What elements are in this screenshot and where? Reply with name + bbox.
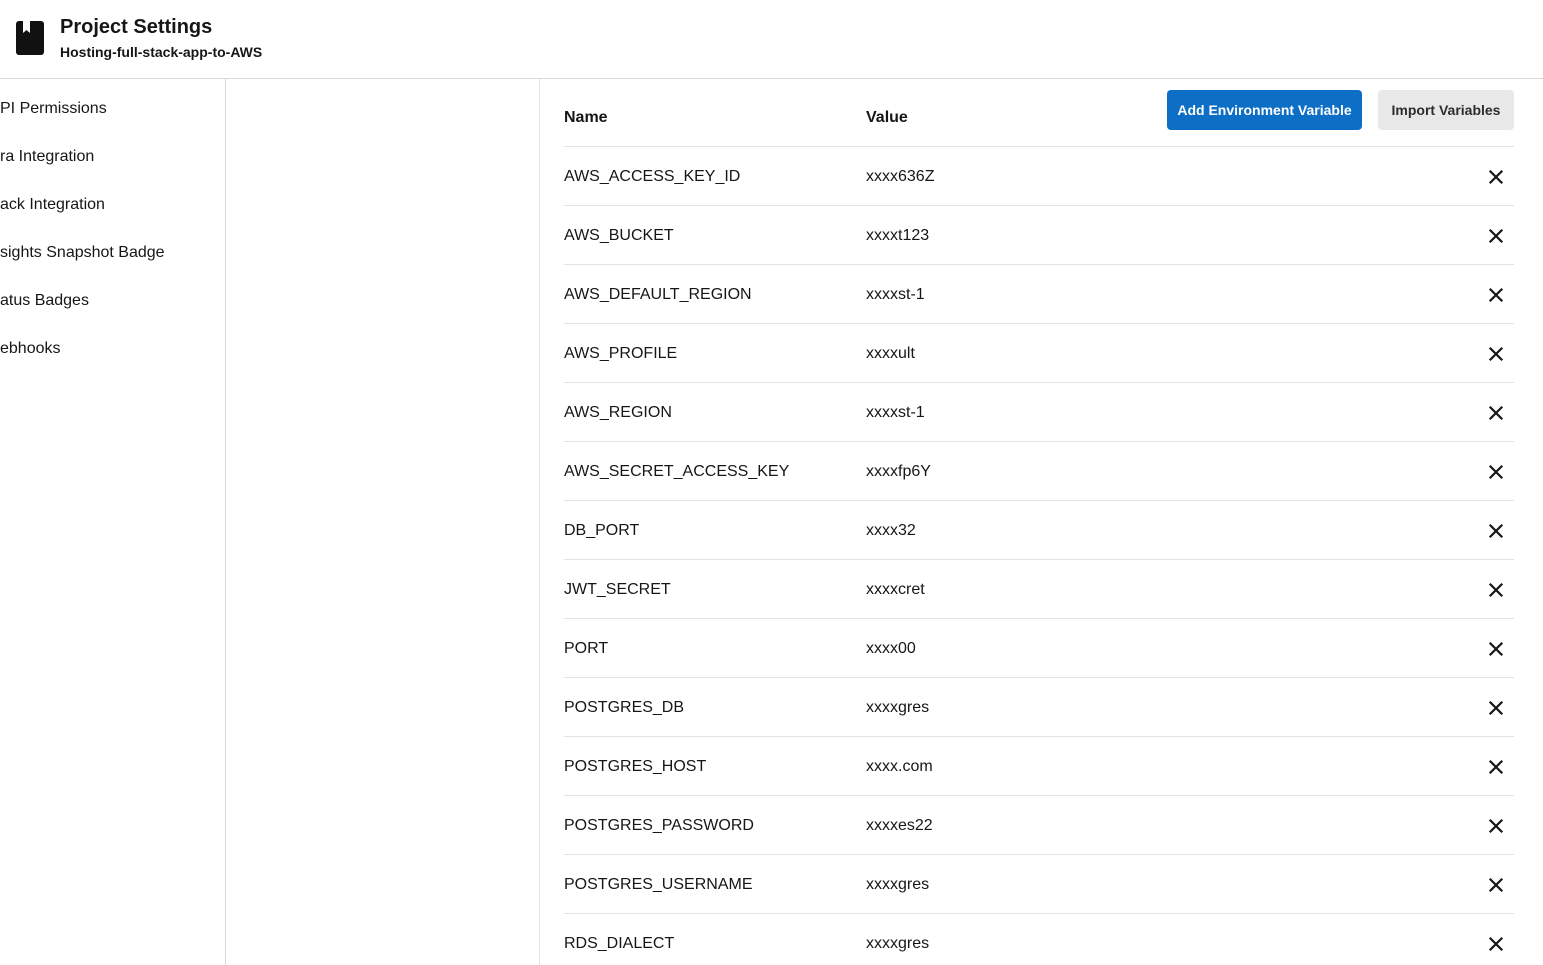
env-var-name: AWS_ACCESS_KEY_ID	[564, 167, 741, 185]
table-row: PORT xxxx00	[564, 618, 1514, 677]
env-var-name: AWS_REGION	[564, 403, 672, 421]
env-var-value: xxxxst-1	[866, 285, 925, 303]
settings-sidebar: PI Permissions ra Integration ack Integr…	[0, 79, 226, 965]
sidebar-item-jira-integration[interactable]: ra Integration	[0, 133, 225, 181]
table-row: JWT_SECRET xxxxcret	[564, 559, 1514, 618]
column-header-name: Name	[564, 109, 608, 126]
sidebar-item-status-badges[interactable]: atus Badges	[0, 277, 225, 325]
close-icon[interactable]	[1486, 934, 1506, 954]
column-header-value: Value	[866, 109, 908, 126]
env-var-value: xxxx636Z	[866, 167, 935, 185]
table-row: POSTGRES_PASSWORD xxxxes22	[564, 795, 1514, 854]
env-var-name: RDS_DIALECT	[564, 934, 675, 952]
env-var-name: DB_PORT	[564, 521, 640, 539]
close-icon[interactable]	[1486, 816, 1506, 836]
table-row: AWS_SECRET_ACCESS_KEY xxxxfp6Y	[564, 441, 1514, 500]
env-var-value: xxxx00	[866, 639, 916, 657]
page-title: Project Settings	[60, 16, 213, 38]
sidebar-item-insights-snapshot-badge[interactable]: sights Snapshot Badge	[0, 229, 225, 277]
env-var-name: AWS_PROFILE	[564, 344, 678, 362]
close-icon[interactable]	[1486, 462, 1506, 482]
table-row: AWS_PROFILE xxxxult	[564, 323, 1514, 382]
table-row: POSTGRES_DB xxxxgres	[564, 677, 1514, 736]
env-var-name: AWS_SECRET_ACCESS_KEY	[564, 462, 790, 480]
import-variables-button[interactable]: Import Variables	[1378, 90, 1514, 130]
table-row: AWS_DEFAULT_REGION xxxxst-1	[564, 264, 1514, 323]
env-var-value: xxxxgres	[866, 875, 930, 893]
add-environment-variable-button[interactable]: Add Environment Variable	[1167, 90, 1362, 130]
env-var-value: xxxxst-1	[866, 403, 925, 421]
book-icon	[16, 21, 44, 55]
env-var-value: xxxxcret	[866, 580, 925, 598]
table-row: AWS_BUCKET xxxxt123	[564, 205, 1514, 264]
env-var-value: xxxx32	[866, 521, 916, 539]
table-row: AWS_REGION xxxxst-1	[564, 382, 1514, 441]
environment-variables-panel: Name Value Add Environment Variable Impo…	[539, 79, 1543, 965]
env-var-name: POSTGRES_DB	[564, 698, 685, 716]
close-icon[interactable]	[1486, 285, 1506, 305]
close-icon[interactable]	[1486, 344, 1506, 364]
close-icon[interactable]	[1486, 698, 1506, 718]
table-row: RDS_DIALECT xxxxgres	[564, 913, 1514, 965]
close-icon[interactable]	[1486, 757, 1506, 777]
close-icon[interactable]	[1486, 226, 1506, 246]
close-icon[interactable]	[1486, 639, 1506, 659]
env-var-name: POSTGRES_HOST	[564, 757, 707, 775]
table-row: POSTGRES_USERNAME xxxxgres	[564, 854, 1514, 913]
env-var-name: POSTGRES_USERNAME	[564, 875, 753, 893]
env-var-value: xxxxes22	[866, 816, 933, 834]
env-var-list: AWS_ACCESS_KEY_ID xxxx636Z AWS_BUCKET xxxxt…	[564, 146, 1514, 965]
close-icon[interactable]	[1486, 580, 1506, 600]
sidebar-item-webhooks[interactable]: ebhooks	[0, 325, 225, 373]
env-var-value: xxxxult	[866, 344, 915, 362]
env-var-value: xxxxgres	[866, 934, 930, 952]
env-var-name: JWT_SECRET	[564, 580, 671, 598]
env-var-name: POSTGRES_PASSWORD	[564, 816, 754, 834]
table-row: DB_PORT xxxx32	[564, 500, 1514, 559]
close-icon[interactable]	[1486, 403, 1506, 423]
project-name: Hosting-full-stack-app-to-AWS	[60, 44, 263, 60]
close-icon[interactable]	[1486, 167, 1506, 187]
sidebar-item-api-permissions[interactable]: PI Permissions	[0, 85, 225, 133]
env-var-value: xxxx.com	[866, 757, 933, 775]
top-bar: Project Settings Hosting-full-stack-app-…	[0, 0, 1543, 79]
env-var-name: AWS_DEFAULT_REGION	[564, 285, 752, 303]
env-var-value: xxxxt123	[866, 226, 930, 244]
table-row: AWS_ACCESS_KEY_ID xxxx636Z	[564, 146, 1514, 205]
sidebar-item-slack-integration[interactable]: ack Integration	[0, 181, 225, 229]
env-var-name: AWS_BUCKET	[564, 226, 674, 244]
table-row: POSTGRES_HOST xxxx.com	[564, 736, 1514, 795]
env-var-value: xxxxfp6Y	[866, 462, 931, 480]
env-var-name: PORT	[564, 639, 609, 657]
close-icon[interactable]	[1486, 875, 1506, 895]
close-icon[interactable]	[1486, 521, 1506, 541]
env-var-value: xxxxgres	[866, 698, 930, 716]
